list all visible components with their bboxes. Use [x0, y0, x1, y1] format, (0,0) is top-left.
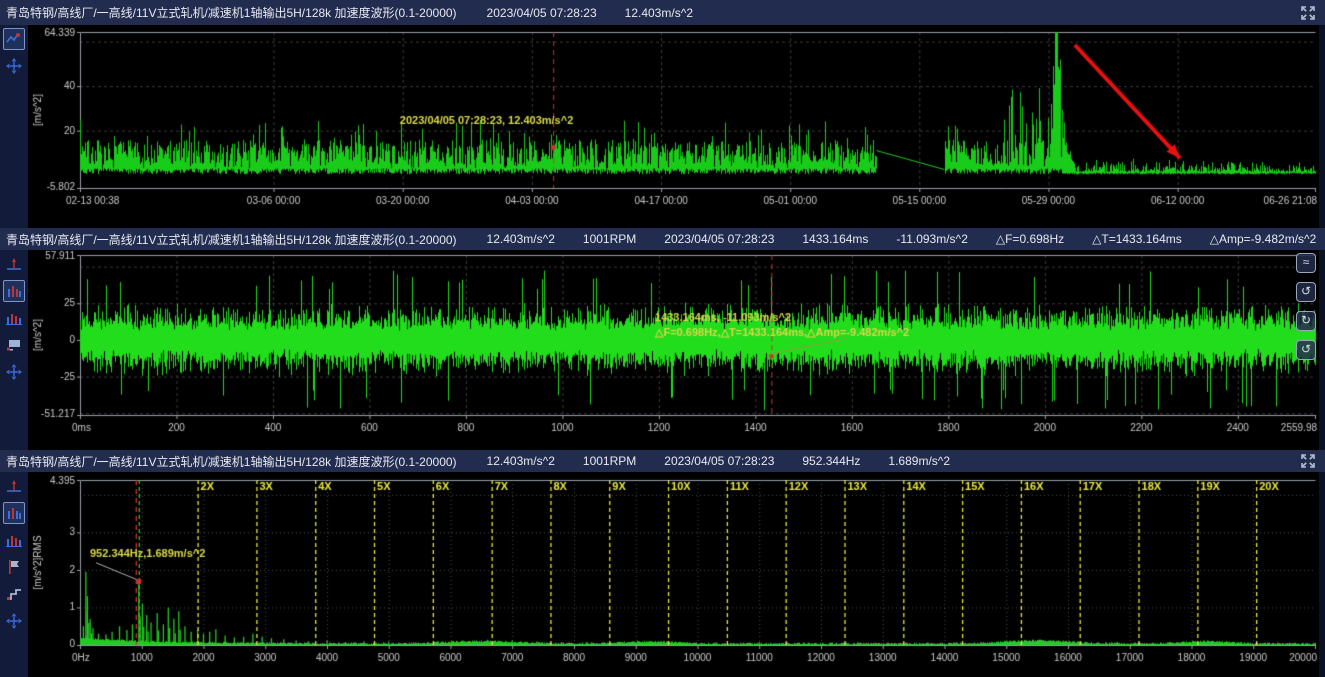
wave-delta-f: △F=0.698Hz: [996, 232, 1064, 246]
waveform-toolbar: [0, 250, 28, 450]
spectrum-bars-icon[interactable]: [3, 307, 25, 329]
measurement-point-title: 青岛特钢/高线厂/一高线/11V立式轧机/减速机1轴输出5H/128k 加速度波…: [6, 4, 457, 21]
impulse-icon[interactable]: [3, 475, 25, 497]
impulse-icon[interactable]: [3, 253, 25, 275]
wave-amplitude: 12.403m/s^2: [487, 232, 555, 246]
trend-amplitude: 12.403m/s^2: [625, 6, 693, 20]
waveform-canvas[interactable]: [28, 250, 1319, 450]
waveform-header: 青岛特钢/高线厂/一高线/11V立式轧机/减速机1轴输出5H/128k 加速度波…: [0, 228, 1325, 250]
spectrum-toolbar: [0, 472, 28, 677]
step-icon[interactable]: [3, 583, 25, 605]
spectrum-icon[interactable]: [3, 502, 25, 524]
waveform-tools: ≈ ↺ ↻ ↺: [1296, 253, 1316, 360]
expand-icon[interactable]: [1299, 452, 1317, 470]
pan-icon[interactable]: [3, 55, 25, 77]
measurement-point-title: 青岛特钢/高线厂/一高线/11V立式轧机/减速机1轴输出5H/128k 加速度波…: [6, 231, 457, 248]
trend-timestamp: 2023/04/05 07:28:23: [487, 6, 597, 20]
spec-cursor-amp: 1.689m/s^2: [888, 454, 950, 468]
wave-timestamp: 2023/04/05 07:28:23: [664, 232, 774, 246]
pan-icon[interactable]: [3, 610, 25, 632]
waveform-chart-area[interactable]: ≈ ↺ ↻ ↺: [28, 250, 1319, 450]
waveform-panel: 青岛特钢/高线厂/一高线/11V立式轧机/减速机1轴输出5H/128k 加速度波…: [0, 228, 1325, 450]
trend-chart-area[interactable]: [28, 25, 1319, 228]
replay-button[interactable]: ↻: [1296, 311, 1316, 331]
expand-icon[interactable]: [1299, 4, 1317, 22]
wave-cursor-amp: -11.093m/s^2: [896, 232, 967, 246]
spec-cursor-freq: 952.344Hz: [802, 454, 860, 468]
spectrum-chart-area[interactable]: [28, 472, 1319, 677]
wave-delta-t: △T=1433.164ms: [1092, 232, 1182, 246]
wave-rpm: 1001RPM: [583, 232, 636, 246]
trend-panel: 青岛特钢/高线厂/一高线/11V立式轧机/减速机1轴输出5H/128k 加速度波…: [0, 0, 1325, 228]
flag-icon[interactable]: [3, 556, 25, 578]
trend-toolbar: [0, 25, 28, 228]
wave-delta-amp: △Amp=-9.482m/s^2: [1210, 232, 1317, 246]
pan-icon[interactable]: [3, 361, 25, 383]
undo-zoom-button[interactable]: ↺: [1296, 282, 1316, 302]
spectrum-bars-icon[interactable]: [3, 529, 25, 551]
spec-amplitude: 12.403m/s^2: [487, 454, 555, 468]
wave-mode-button[interactable]: ≈: [1296, 253, 1316, 273]
spec-rpm: 1001RPM: [583, 454, 636, 468]
measurement-point-title: 青岛特钢/高线厂/一高线/11V立式轧机/减速机1轴输出5H/128k 加速度波…: [6, 453, 457, 470]
spec-timestamp: 2023/04/05 07:28:23: [664, 454, 774, 468]
wave-cursor-time: 1433.164ms: [802, 232, 868, 246]
trend-header: 青岛特钢/高线厂/一高线/11V立式轧机/减速机1轴输出5H/128k 加速度波…: [0, 0, 1325, 25]
trend-chart-icon[interactable]: [3, 28, 25, 50]
waveform-icon[interactable]: [3, 280, 25, 302]
monitor-icon[interactable]: [3, 334, 25, 356]
spectrum-panel: 青岛特钢/高线厂/一高线/11V立式轧机/减速机1轴输出5H/128k 加速度波…: [0, 450, 1325, 677]
trend-canvas[interactable]: [28, 25, 1319, 228]
history-button[interactable]: ↺: [1296, 340, 1316, 360]
spectrum-canvas[interactable]: [28, 472, 1319, 677]
spectrum-header: 青岛特钢/高线厂/一高线/11V立式轧机/减速机1轴输出5H/128k 加速度波…: [0, 450, 1325, 472]
